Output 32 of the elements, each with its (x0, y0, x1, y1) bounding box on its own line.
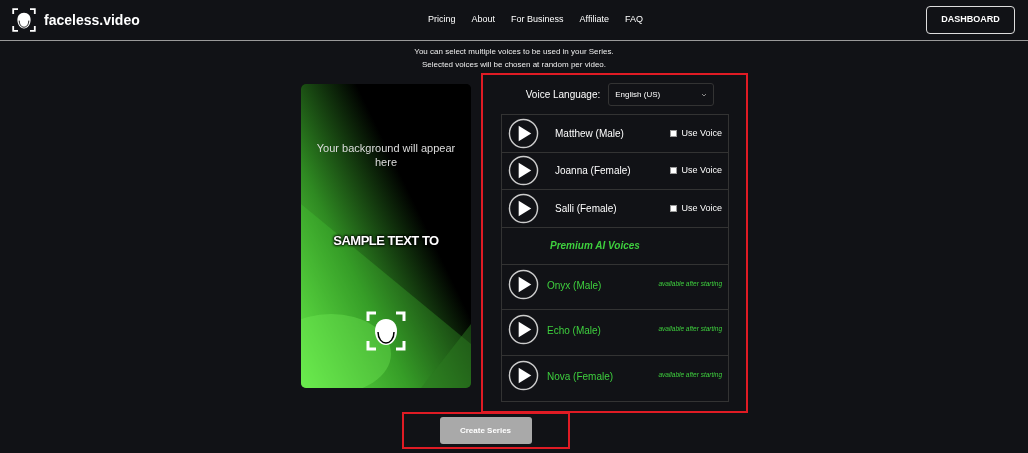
language-select[interactable]: English (US) (608, 83, 715, 106)
sample-caption: SAMPLE TEXT TO (333, 232, 439, 250)
play-button[interactable] (508, 268, 539, 300)
nav-link[interactable]: Affiliate (579, 13, 609, 27)
play-button[interactable] (508, 117, 539, 149)
nav-link[interactable]: Pricing (428, 13, 456, 27)
use-voice-checkbox[interactable]: Use Voice (670, 126, 722, 140)
face-icon (12, 8, 36, 32)
play-button[interactable] (508, 359, 539, 391)
nav-link[interactable]: About (471, 13, 496, 27)
use-voice-checkbox[interactable]: Use Voice (670, 164, 722, 178)
use-voice-checkbox[interactable]: Use Voice (670, 201, 722, 215)
language-label: Voice Language: (525, 88, 601, 102)
voice-name: Joanna (Female) (555, 164, 631, 179)
intro-text: You can select multiple voices to be used in your Series. (414, 46, 614, 58)
voice-name: Matthew (Male) (555, 126, 624, 141)
nav-link[interactable]: FAQ (624, 13, 643, 27)
play-button[interactable] (508, 192, 539, 224)
dashboard-button[interactable]: DASHBOARD (926, 6, 1015, 34)
face-icon (366, 310, 406, 351)
voice-name: Onyx (Male) (547, 278, 602, 293)
nav-link[interactable]: For Business (511, 13, 564, 27)
intro-text: Selected voices will be chosen at random per video. (421, 59, 607, 71)
play-button[interactable] (508, 155, 539, 187)
voice-name: Nova (Female) (547, 369, 614, 384)
background-note: Your background will appear here (316, 141, 456, 169)
play-button[interactable] (508, 314, 539, 345)
brand-name[interactable]: faceless.video (44, 9, 140, 31)
caret-icon (701, 92, 708, 97)
voice-name: Echo (Male) (547, 324, 601, 338)
section-heading: Premium AI Voices (550, 239, 640, 253)
voice-name: Salli (Female) (555, 201, 617, 216)
